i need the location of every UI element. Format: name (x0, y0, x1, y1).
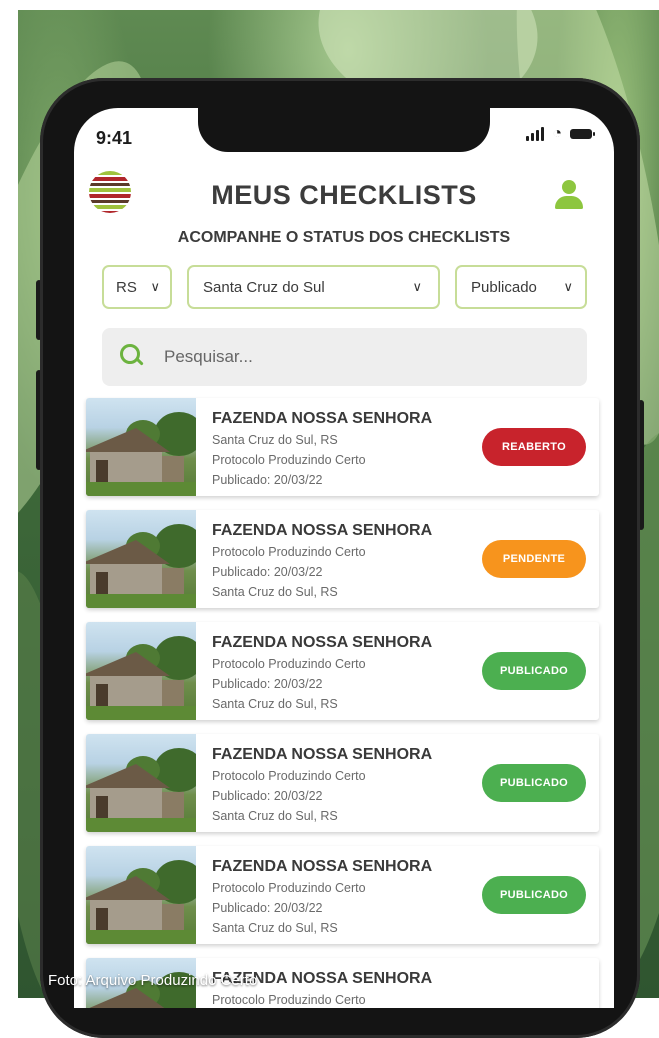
status-badge[interactable]: PUBLICADO (482, 764, 586, 802)
checklist-detail: Publicado: 20/03/22 (212, 473, 323, 487)
checklist-card[interactable]: FAZENDA NOSSA SENHORA Protocolo Produzind… (86, 622, 599, 720)
chevron-down-icon: ∨ (412, 279, 422, 294)
photo-credit: Foto: Arquivo Produzindo Certo (48, 972, 258, 989)
status-badge[interactable]: REABERTO (482, 428, 586, 466)
search-icon (120, 344, 146, 370)
search-bar[interactable] (102, 328, 587, 386)
status-filter-value: Publicado (471, 278, 537, 296)
checklist-title: FAZENDA NOSSA SENHORA (212, 410, 433, 427)
signal-icon (526, 127, 545, 141)
checklist-detail: Santa Cruz do Sul, RS (212, 697, 338, 711)
status-badge[interactable]: PENDENTE (482, 540, 586, 578)
checklist-detail: Publicado: 20/03/22 (212, 789, 323, 803)
checklist-detail: Publicado: 20/03/22 (212, 677, 323, 691)
checklist-detail: Protocolo Produzindo Certo (212, 993, 366, 1007)
phone-notch (198, 108, 490, 152)
app-screen: 9:41 ◔ MEUS CHECKLISTS ACOMPANHE O STATU… (74, 108, 614, 1008)
chevron-down-icon: ∨ (563, 279, 573, 294)
wifi-icon: ◔ (552, 125, 562, 142)
checklist-title: FAZENDA NOSSA SENHORA (212, 746, 433, 763)
battery-icon (570, 129, 595, 139)
search-input[interactable] (162, 346, 546, 368)
checklist-card[interactable]: FAZENDA NOSSA SENHORA Protocolo Produzind… (86, 846, 599, 944)
user-profile-icon[interactable] (554, 180, 584, 210)
state-filter-value: RS (116, 278, 137, 296)
status-badge[interactable]: PUBLICADO (482, 652, 586, 690)
checklist-detail: Santa Cruz do Sul, RS (212, 921, 338, 935)
checklist-detail: Santa Cruz do Sul, RS (212, 809, 338, 823)
checklist-detail: Protocolo Produzindo Certo (212, 881, 366, 895)
page-subtitle: ACOMPANHE O STATUS DOS CHECKLISTS (177, 229, 511, 246)
farm-thumbnail (86, 510, 196, 608)
checklist-detail: Santa Cruz do Sul, RS (212, 585, 338, 599)
checklist-detail: Publicado: 20/03/22 (212, 901, 323, 915)
farm-thumbnail (86, 734, 196, 832)
page-title: MEUS CHECKLISTS (211, 180, 477, 210)
checklist-card[interactable]: FAZENDA NOSSA SENHORA Protocolo Produzind… (86, 510, 599, 608)
checklist-detail: Protocolo Produzindo Certo (212, 453, 366, 467)
checklist-detail: Protocolo Produzindo Certo (212, 657, 366, 671)
status-icons: ◔ (526, 125, 595, 142)
checklist-card[interactable]: FAZENDA NOSSA SENHORA Santa Cruz do Sul, … (86, 398, 599, 496)
farm-thumbnail (86, 622, 196, 720)
city-filter-value: Santa Cruz do Sul (203, 278, 325, 296)
status-time: 9:41 (96, 128, 133, 148)
checklist-title: FAZENDA NOSSA SENHORA (212, 522, 433, 539)
checklist-detail: Protocolo Produzindo Certo (212, 545, 366, 559)
status-filter-select[interactable]: Publicado ∨ (455, 265, 587, 309)
checklist-card[interactable]: FAZENDA NOSSA SENHORA Protocolo Produzind… (86, 734, 599, 832)
checklist-title: FAZENDA NOSSA SENHORA (212, 858, 433, 875)
checklist-title: FAZENDA NOSSA SENHORA (212, 634, 433, 651)
state-filter-select[interactable]: RS ∨ (102, 265, 172, 309)
farm-thumbnail (86, 398, 196, 496)
checklist-detail: Protocolo Produzindo Certo (212, 769, 366, 783)
checklist-detail: Publicado: 20/03/22 (212, 565, 323, 579)
checklist-detail: Santa Cruz do Sul, RS (212, 433, 338, 447)
city-filter-select[interactable]: Santa Cruz do Sul ∨ (187, 265, 440, 309)
chevron-down-icon: ∨ (150, 279, 160, 294)
farm-thumbnail (86, 846, 196, 944)
status-badge[interactable]: PUBLICADO (482, 876, 586, 914)
